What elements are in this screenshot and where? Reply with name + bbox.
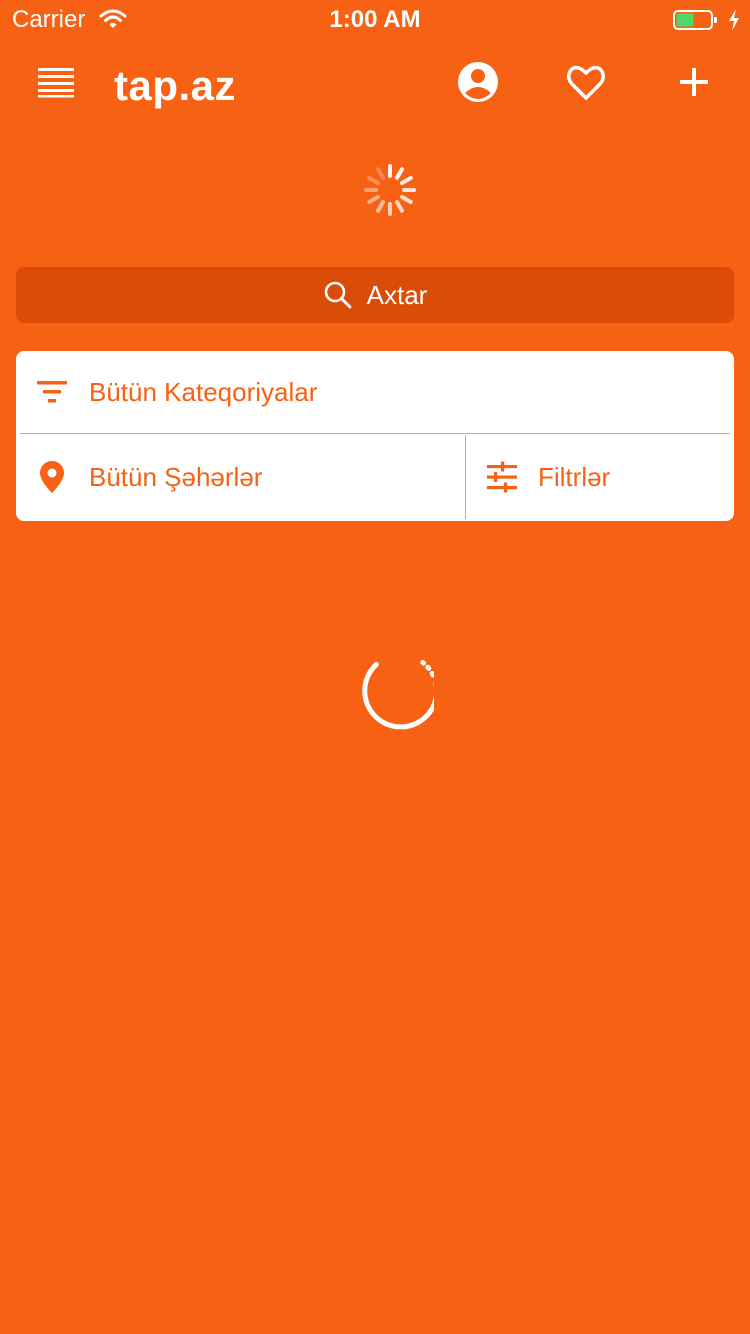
app-logo: tap.az [114,62,237,109]
battery-icon [673,10,717,30]
heart-outline-icon[interactable] [564,60,608,104]
filters-label: Filtrlər [538,462,611,492]
card-divider [20,433,730,434]
account-circle-icon[interactable] [456,60,500,104]
nav-bar: tap.az [0,40,750,128]
search-label: Axtar [366,280,428,310]
plus-icon[interactable] [672,60,716,104]
location-pin-icon [40,461,64,493]
status-time: 1:00 AM [329,6,421,33]
search-icon [324,281,352,309]
charging-bolt-icon [729,9,739,31]
status-bar: Carrier 1:00 AM [0,0,750,40]
city-label: Bütün Şəhərlər [89,462,263,492]
list-menu-icon[interactable] [36,66,76,98]
category-label: Bütün Kateqoriyalar [89,377,318,407]
refresh-activity-icon [364,164,416,216]
city-selector[interactable]: Bütün Şəhərlər [16,435,465,521]
filter-list-icon [37,381,67,403]
search-button[interactable]: Axtar [16,267,734,323]
filters-button[interactable]: Filtrlər [466,435,734,521]
filter-card: Bütün Kateqoriyalar Bütün Şəhərlər Filtr… [16,351,734,521]
category-selector[interactable]: Bütün Kateqoriyalar [16,351,734,433]
loading-spinner-icon [362,652,434,730]
sliders-icon [487,461,517,493]
